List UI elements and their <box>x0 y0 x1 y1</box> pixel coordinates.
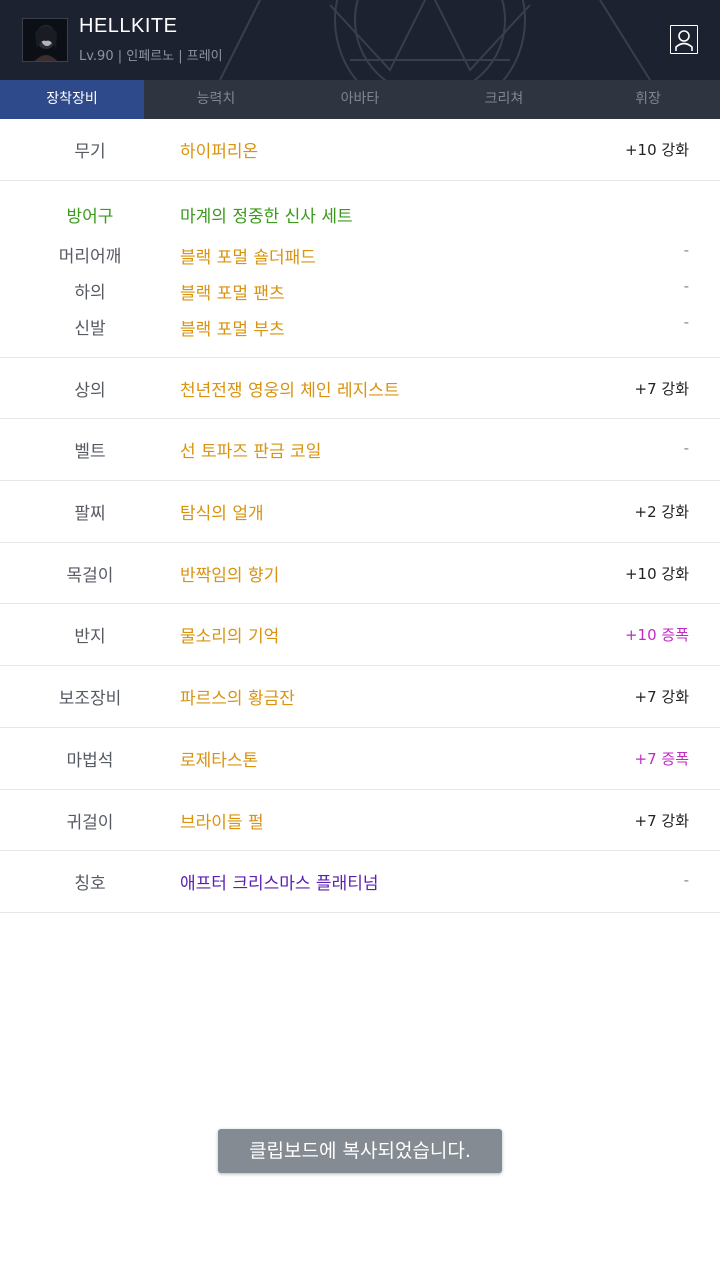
enhance-value: +7 강화 <box>634 811 689 830</box>
clipboard-toast: 클립보드에 복사되었습니다. <box>218 1129 502 1173</box>
slot-label: 신발 <box>74 318 106 339</box>
person-icon <box>675 30 693 51</box>
equipment-row-bracelet[interactable]: 팔찌 탐식의 얼개 +2 강화 <box>0 481 720 543</box>
enhance-value: +10 강화 <box>624 141 689 159</box>
slot-label: 목걸이 <box>66 565 114 586</box>
character-avatar[interactable] <box>22 18 68 62</box>
item-name: 파르스의 황금잔 <box>180 689 295 710</box>
equipment-row-title[interactable]: 칭호 애프터 크리스마스 플래티넘 - <box>0 851 720 913</box>
enhance-value: +10 강화 <box>624 564 689 583</box>
enhance-value: - <box>683 439 689 458</box>
profile-button[interactable] <box>670 25 698 54</box>
slot-label: 머리어깨 <box>58 246 122 267</box>
item-name: 브라이들 펄 <box>180 812 264 833</box>
enhance-value: - <box>683 276 689 295</box>
slot-label: 하의 <box>74 282 106 303</box>
armor-set-name: 마계의 정중한 신사 세트 <box>180 206 353 227</box>
tab-equipment[interactable]: 장착장비 <box>0 80 144 119</box>
item-name: 천년전쟁 영웅의 체인 레지스트 <box>180 380 400 401</box>
armor-set-group[interactable]: 방어구 마계의 정중한 신사 세트 머리어깨 블랙 포멀 숄더패드 - 하의 블… <box>0 181 720 358</box>
item-name: 반짝임의 향기 <box>180 565 280 586</box>
character-subtitle: Lv.90 | 인페르노 | 프레이 <box>79 49 223 64</box>
equipment-list: 무기 하이퍼리온 +10 강화 방어구 마계의 정중한 신사 세트 머리어깨 블… <box>0 119 720 913</box>
equipment-row-earring[interactable]: 귀걸이 브라이들 펄 +7 강화 <box>0 790 720 852</box>
enhance-value: +7 증폭 <box>634 749 689 768</box>
enhance-value: +10 증폭 <box>624 626 689 645</box>
item-name: 애프터 크리스마스 플래티넘 <box>180 874 379 895</box>
slot-label: 마법석 <box>66 750 114 771</box>
tab-avatar[interactable]: 아바타 <box>288 80 432 119</box>
item-name: 로제타스톤 <box>180 750 259 771</box>
slot-label: 반지 <box>74 627 106 648</box>
equipment-row-weapon[interactable]: 무기 하이퍼리온 +10 강화 <box>0 119 720 181</box>
item-name: 블랙 포멀 팬츠 <box>180 283 285 304</box>
armor-set-label: 방어구 <box>66 206 114 227</box>
character-name: HELLKITE <box>79 15 178 37</box>
enhance-value: +7 강화 <box>634 379 689 398</box>
slot-label: 상의 <box>74 380 106 401</box>
slot-label: 칭호 <box>74 874 106 895</box>
tab-bar: 장착장비 능력치 아바타 크리쳐 휘장 <box>0 80 720 119</box>
item-name: 물소리의 기억 <box>180 627 280 648</box>
tab-creature[interactable]: 크리쳐 <box>432 80 576 119</box>
item-name: 탐식의 얼개 <box>180 504 264 525</box>
equipment-row-belt[interactable]: 벨트 선 토파즈 판금 코일 - <box>0 419 720 482</box>
item-name: 블랙 포멀 부츠 <box>180 319 285 340</box>
slot-label: 벨트 <box>74 442 106 463</box>
header-background-pattern <box>219 0 651 80</box>
item-name: 선 토파즈 판금 코일 <box>180 442 322 463</box>
character-portrait-icon <box>23 19 67 61</box>
enhance-value: +7 강화 <box>634 688 689 707</box>
equipment-row-necklace[interactable]: 목걸이 반짝임의 향기 +10 강화 <box>0 543 720 605</box>
equipment-row-support[interactable]: 보조장비 파르스의 황금잔 +7 강화 <box>0 666 720 728</box>
enhance-value: - <box>683 312 689 331</box>
item-name: 블랙 포멀 숄더패드 <box>180 247 316 268</box>
item-name: 하이퍼리온 <box>180 142 259 162</box>
enhance-value: - <box>683 871 689 890</box>
character-header: HELLKITE Lv.90 | 인페르노 | 프레이 <box>0 0 720 80</box>
equipment-row-magic-stone[interactable]: 마법석 로제타스톤 +7 증폭 <box>0 728 720 790</box>
equipment-row-top[interactable]: 상의 천년전쟁 영웅의 체인 레지스트 +7 강화 <box>0 358 720 420</box>
equipment-row-ring[interactable]: 반지 물소리의 기억 +10 증폭 <box>0 604 720 667</box>
enhance-value: +2 강화 <box>634 503 689 522</box>
enhance-value: - <box>683 240 689 259</box>
slot-label: 무기 <box>74 142 106 162</box>
slot-label: 보조장비 <box>58 689 122 710</box>
slot-label: 팔찌 <box>74 504 106 525</box>
tab-stats[interactable]: 능력치 <box>144 80 288 119</box>
tab-emblem[interactable]: 휘장 <box>576 80 720 119</box>
slot-label: 귀걸이 <box>66 812 114 833</box>
